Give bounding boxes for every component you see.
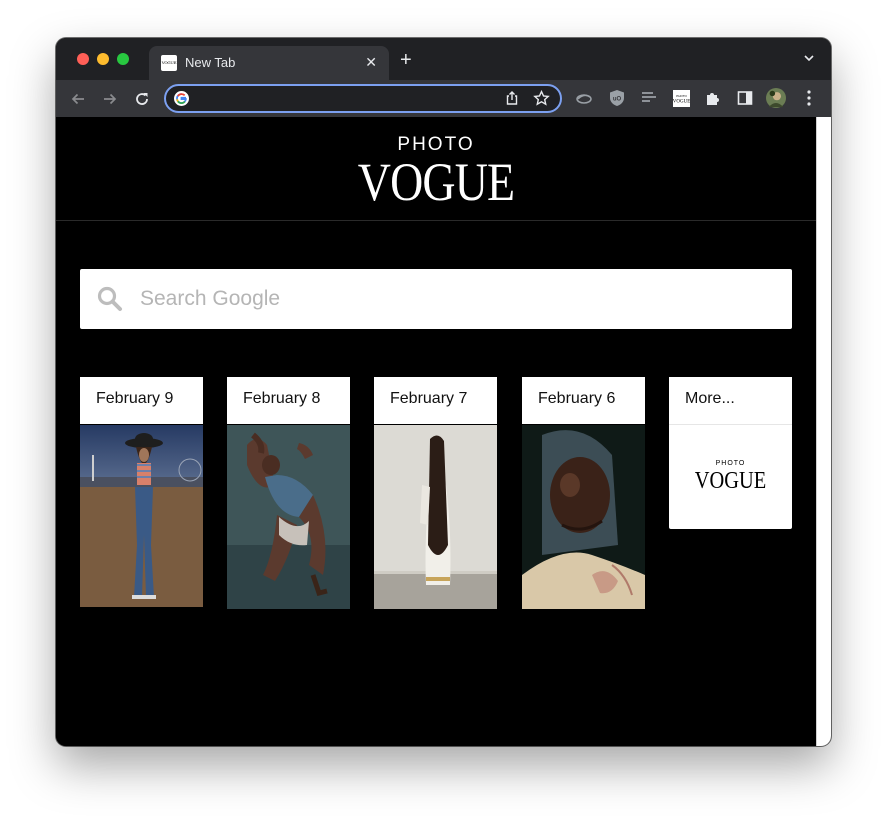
reload-icon[interactable] — [130, 87, 154, 111]
close-window-button[interactable] — [77, 53, 89, 65]
card-date-label: February 6 — [522, 377, 645, 424]
card-date-label: February 7 — [374, 377, 497, 424]
tab-title: New Tab — [185, 55, 236, 70]
more-card[interactable]: More... PHOTO VOGUE — [669, 377, 792, 529]
card-date-label: February 9 — [80, 377, 203, 424]
search-icon — [96, 285, 124, 318]
more-photo-wordmark: PHOTO — [715, 460, 746, 467]
card-photo[interactable] — [522, 425, 645, 609]
vogue-favicon-icon: VOGUE — [161, 55, 177, 71]
svg-text:PHOTO: PHOTO — [676, 94, 687, 98]
star-icon[interactable] — [533, 89, 550, 112]
back-icon[interactable] — [66, 87, 90, 111]
card-photo[interactable] — [80, 425, 203, 607]
date-card-february-8[interactable]: February 8 — [227, 377, 350, 609]
photo-vogue-extension-icon[interactable]: PHOTO VOGUE — [671, 88, 691, 108]
minimize-window-button[interactable] — [97, 53, 109, 65]
card-photo[interactable] — [227, 425, 350, 609]
card-date-label: February 8 — [227, 377, 350, 424]
tab-close-icon[interactable]: ✕ — [365, 54, 377, 71]
profile-avatar[interactable] — [766, 88, 786, 108]
zoom-window-button[interactable] — [117, 53, 129, 65]
vogue-logo[interactable]: VOGUE — [113, 155, 759, 209]
extension-cloud-icon[interactable] — [574, 88, 594, 108]
address-bar[interactable] — [164, 84, 562, 113]
page-content: PHOTO VOGUE February 9 — [56, 117, 816, 746]
kebab-menu-icon[interactable] — [799, 88, 819, 108]
svg-text:uO: uO — [613, 97, 622, 103]
share-icon[interactable] — [504, 90, 520, 111]
svg-text:VOGUE: VOGUE — [673, 99, 690, 104]
toolbar: uO PHOTO VOGUE — [56, 80, 831, 117]
date-card-february-6[interactable]: February 6 — [522, 377, 645, 609]
ublock-icon[interactable]: uO — [607, 88, 627, 108]
more-label: More... — [669, 377, 792, 424]
search-box[interactable] — [80, 269, 792, 329]
tab-strip: VOGUE New Tab ✕ + — [56, 38, 831, 80]
search-input[interactable] — [140, 269, 780, 329]
google-icon — [174, 91, 189, 106]
puzzle-icon[interactable] — [703, 88, 723, 108]
card-photo[interactable] — [374, 425, 497, 609]
tab-menu-chevron-icon[interactable] — [803, 51, 815, 69]
date-card-february-9[interactable]: February 9 — [80, 377, 203, 607]
date-card-february-7[interactable]: February 7 — [374, 377, 497, 609]
browser-window: VOGUE New Tab ✕ + uO PHOTO VOGUE PHOTO V… — [56, 38, 831, 746]
side-panel-icon[interactable] — [735, 88, 755, 108]
forward-icon[interactable] — [98, 87, 122, 111]
scrollbar[interactable] — [816, 117, 831, 746]
more-vogue-logo: VOGUE — [694, 468, 767, 494]
more-separator — [669, 424, 792, 425]
tab-new-tab[interactable]: VOGUE New Tab ✕ — [149, 46, 389, 80]
new-tab-button[interactable]: + — [400, 50, 412, 70]
header-divider — [56, 220, 816, 221]
reading-list-icon[interactable] — [639, 88, 659, 108]
